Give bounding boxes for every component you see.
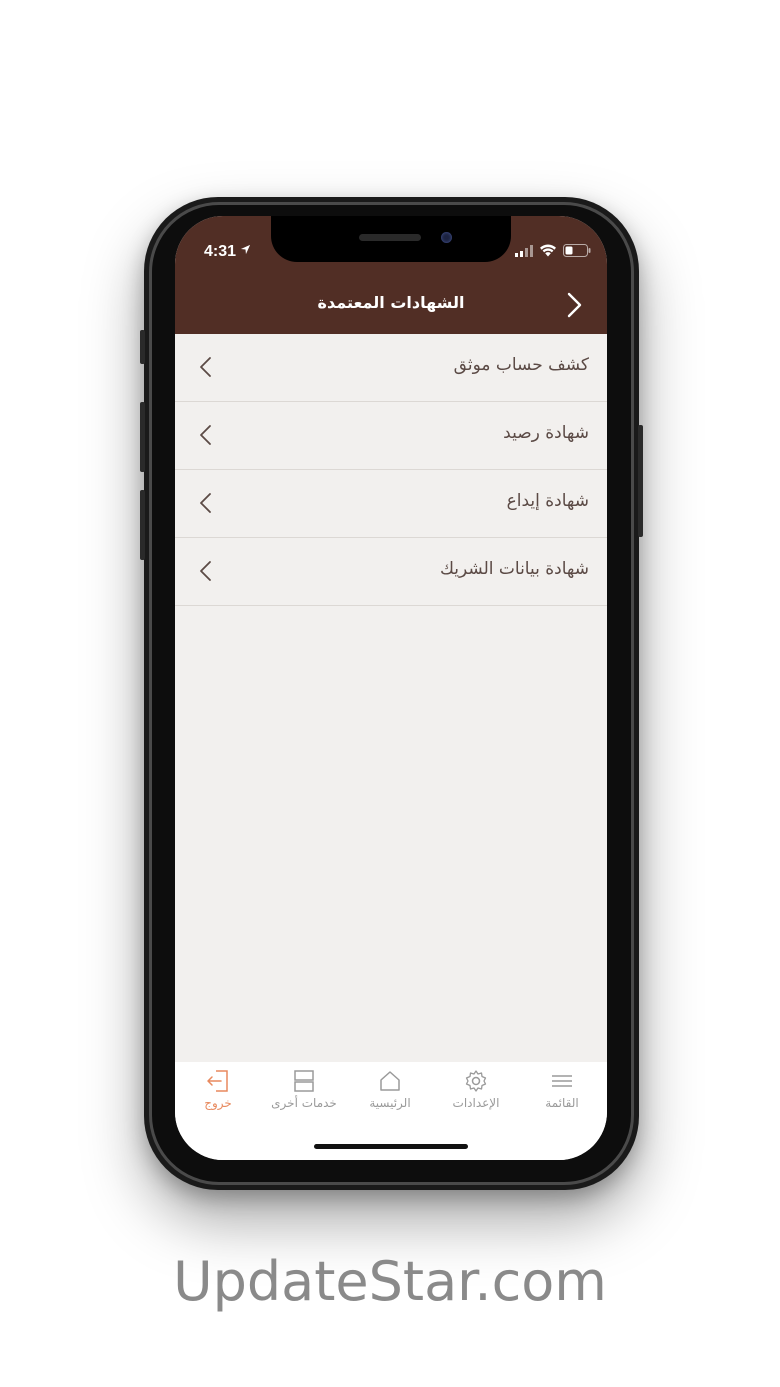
phone-screen: 4:31 الشهادات المعتمدة كشف حساب موثق شها… [175,216,607,1160]
tab-label: خدمات أخرى [271,1096,337,1110]
chevron-left-icon [200,425,211,445]
status-time-text: 4:31 [204,243,237,260]
location-arrow-icon [241,244,251,255]
certificates-list: كشف حساب موثق شهادة رصيد شهادة إيداع شها… [175,334,607,606]
front-camera [441,232,452,243]
list-item-label: شهادة رصيد [503,423,589,443]
speaker [359,234,421,241]
home-icon [380,1071,400,1091]
chevron-right-icon [567,292,582,318]
list-item-label: شهادة بيانات الشريك [439,559,589,579]
tab-label: خروج [204,1096,232,1110]
volume-up-button [140,402,145,472]
tab-logout[interactable]: خروج [175,1068,261,1110]
watermark-text: UpdateStar.com [173,1250,607,1313]
list-item-balance-certificate[interactable]: شهادة رصيد [175,402,607,470]
tab-label: الإعدادات [452,1096,500,1110]
tab-label: القائمة [545,1096,579,1110]
wifi-icon [540,244,556,257]
list-item-partner-data-certificate[interactable]: شهادة بيانات الشريك [175,538,607,606]
tab-settings[interactable]: الإعدادات [433,1068,519,1110]
list-item-label: كشف حساب موثق [453,355,589,375]
app-header: 4:31 الشهادات المعتمدة [175,216,607,334]
home-indicator[interactable] [314,1144,468,1149]
back-button[interactable] [563,290,587,320]
notch [271,216,511,262]
list-item-label: شهادة إيداع [506,491,589,511]
list-item-deposit-certificate[interactable]: شهادة إيداع [175,470,607,538]
volume-down-button [140,490,145,560]
tab-menu[interactable]: القائمة [519,1068,605,1110]
status-time: 4:31 [204,243,251,261]
logout-icon [207,1070,228,1092]
services-icon [294,1070,314,1092]
list-item-account-statement[interactable]: كشف حساب موثق [175,334,607,402]
chevron-left-icon [200,561,211,581]
battery-icon [563,244,591,257]
chevron-left-icon [200,357,211,377]
chevron-left-icon [200,493,211,513]
tab-other-services[interactable]: خدمات أخرى [261,1068,347,1110]
tab-label: الرئيسية [369,1096,411,1110]
power-button [638,425,643,537]
tab-bar: خروج خدمات أخرى الرئيسية الإعدادات القائ… [175,1062,607,1160]
tab-home[interactable]: الرئيسية [347,1068,433,1110]
menu-icon [552,1075,572,1087]
status-icons [515,244,591,257]
cellular-signal-icon [515,244,533,257]
mute-switch [140,330,145,364]
gear-icon [465,1070,487,1092]
page-title: الشهادات المعتمدة [317,293,465,312]
